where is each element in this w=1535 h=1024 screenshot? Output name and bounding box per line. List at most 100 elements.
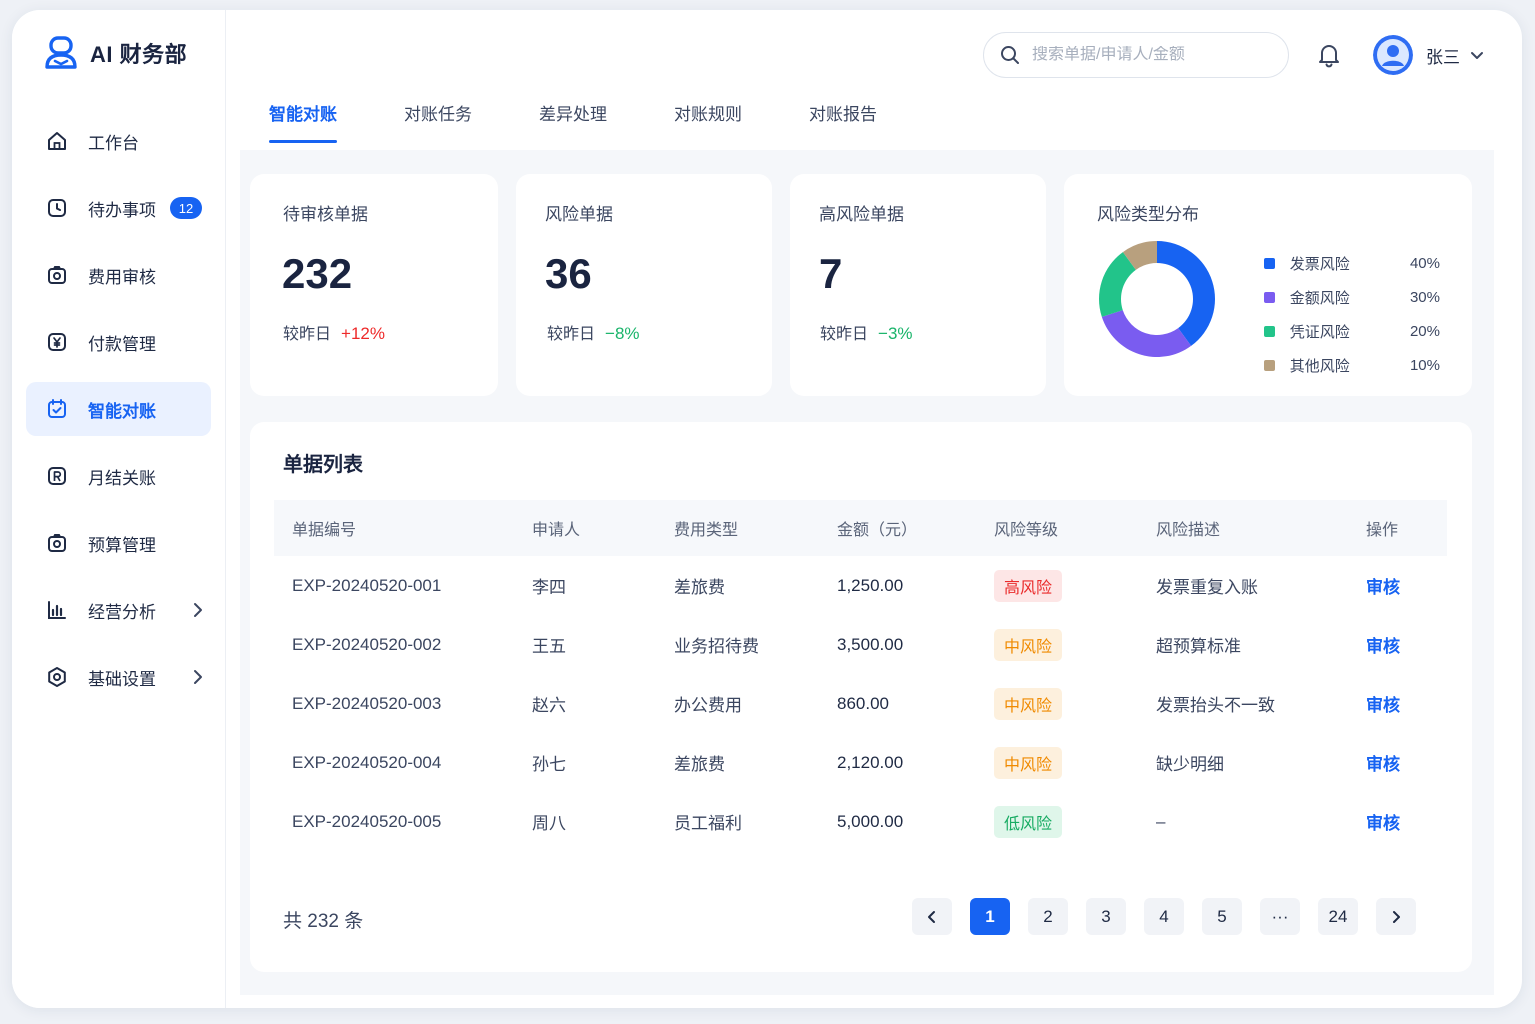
legend-swatch [1264, 291, 1275, 303]
page-button[interactable]: 2 [1028, 898, 1068, 935]
applicant: 李四 [532, 578, 566, 597]
donut-slice [1101, 310, 1192, 357]
stat-value: 36 [545, 250, 592, 297]
sidebar-item-expense-review[interactable]: 费用审核 [26, 248, 211, 302]
notification-bell-icon[interactable] [1316, 42, 1342, 68]
applicant: 王五 [532, 637, 566, 656]
sidebar-item-budget[interactable]: 预算管理 [26, 516, 211, 570]
prev-page-button[interactable] [912, 898, 952, 935]
risk-donut-chart [1099, 241, 1215, 357]
risk-badge: 中风险 [994, 746, 1063, 779]
sidebar-item-smart-reconcile[interactable]: 智能对账 [26, 382, 211, 436]
legend-name: 发票风险 [1289, 255, 1350, 273]
risk-badge: 中风险 [994, 687, 1063, 720]
document-list-card: 单据列表 单据编号 申请人 费用类型 金额（元） 风险等级 风险描述 操作 EX… [250, 422, 1472, 972]
amount: 5,000.00 [837, 811, 904, 831]
page-button[interactable]: 5 [1202, 898, 1242, 935]
review-link[interactable]: 审核 [1366, 637, 1400, 656]
review-link[interactable]: 审核 [1366, 578, 1400, 597]
tab-smart-reconcile[interactable]: 智能对账 [269, 100, 337, 143]
tab-reconcile-report[interactable]: 对账报告 [809, 100, 877, 143]
sidebar-item-payment[interactable]: 付款管理 [26, 315, 211, 369]
legend-value: 30% [1409, 288, 1440, 306]
risk-badge: 高风险 [994, 569, 1063, 602]
stat-compare: 较昨日 −8% [547, 320, 640, 344]
stat-card-pending: 待审核单据 232 较昨日 +12% [250, 174, 498, 396]
legend-value: 40% [1409, 254, 1440, 272]
risk-badge: 中风险 [994, 628, 1063, 661]
yen-icon [46, 331, 68, 353]
sidebar-item-month-close[interactable]: 月结关账 [26, 449, 211, 503]
stat-value: 7 [819, 250, 843, 297]
sidebar-item-label: 待办事项 [88, 200, 156, 220]
r-square-icon [46, 465, 68, 487]
camera-icon [46, 264, 68, 286]
review-link[interactable]: 审核 [1366, 755, 1400, 774]
risk-desc: 超预算标准 [1156, 637, 1241, 656]
calendar-check-icon [46, 398, 68, 420]
review-link[interactable]: 审核 [1366, 814, 1400, 833]
page-button[interactable]: 1 [970, 898, 1010, 935]
sidebar-item-analytics[interactable]: 经营分析 [26, 583, 211, 637]
applicant: 孙七 [532, 755, 566, 774]
legend-name: 凭证风险 [1289, 323, 1350, 341]
table-row: EXP-20240520-002 王五 业务招待费 3,500.00 中风险 超… [274, 615, 1447, 674]
doc-id: EXP-20240520-003 [292, 693, 442, 713]
risk-desc: 发票重复入账 [1156, 578, 1258, 597]
sidebar-item-workbench[interactable]: 工作台 [26, 114, 211, 168]
table-header-row: 单据编号 申请人 费用类型 金额（元） 风险等级 风险描述 操作 [274, 500, 1447, 556]
column-header: 风险等级 [994, 522, 1059, 539]
legend-item: 发票风险 40% [1264, 246, 1440, 280]
tab-difference-handling[interactable]: 差异处理 [539, 100, 607, 143]
sidebar-item-label: 月结关账 [88, 468, 156, 488]
page-button[interactable]: 3 [1086, 898, 1126, 935]
column-header: 风险描述 [1156, 522, 1221, 539]
logo[interactable]: AI 财务部 [44, 36, 187, 70]
page-ellipsis[interactable]: ··· [1260, 898, 1300, 935]
sidebar-item-settings[interactable]: 基础设置 [26, 650, 211, 704]
table-row: EXP-20240520-001 李四 差旅费 1,250.00 高风险 发票重… [274, 556, 1447, 615]
expense-type: 差旅费 [674, 578, 725, 597]
user-menu[interactable]: 张三 [1373, 35, 1484, 75]
stat-delta: +12% [341, 324, 385, 343]
stat-title: 高风险单据 [819, 205, 904, 224]
settings-icon [46, 666, 68, 688]
search-input[interactable] [1032, 46, 1272, 64]
risk-desc: 发票抬头不一致 [1156, 696, 1275, 715]
pagination: 1 2 3 4 5 ··· 24 [912, 898, 1434, 935]
search-box[interactable] [983, 32, 1289, 78]
sidebar-item-label: 经营分析 [88, 602, 156, 622]
action-cell: 审核 [1366, 674, 1447, 733]
tab-reconcile-tasks[interactable]: 对账任务 [404, 100, 472, 143]
stat-delta: −3% [878, 324, 913, 343]
total-count: 共 232 条 [283, 911, 364, 932]
applicant: 周八 [532, 814, 566, 833]
risk-desc: 缺少明细 [1156, 755, 1224, 774]
column-header: 单据编号 [292, 522, 357, 539]
page-button[interactable]: 4 [1144, 898, 1184, 935]
todo-count-badge: 12 [170, 197, 202, 219]
compare-label: 较昨日 [283, 326, 332, 343]
sidebar-item-todo[interactable]: 待办事项 12 [26, 181, 211, 235]
tab-reconcile-rules[interactable]: 对账规则 [674, 100, 742, 143]
doc-id: EXP-20240520-001 [292, 575, 442, 595]
compare-label: 较昨日 [820, 326, 869, 343]
risk-cell: 中风险 [994, 674, 1156, 733]
page-button[interactable]: 24 [1318, 898, 1358, 935]
amount: 2,120.00 [837, 752, 904, 772]
sidebar-item-label: 基础设置 [88, 669, 156, 689]
distribution-title: 风险类型分布 [1097, 205, 1199, 224]
review-link[interactable]: 审核 [1366, 696, 1400, 715]
applicant: 赵六 [532, 696, 566, 715]
expense-type: 员工福利 [674, 814, 742, 833]
legend-value: 20% [1409, 322, 1440, 340]
chevron-right-icon [194, 670, 202, 684]
stat-compare: 较昨日 +12% [283, 320, 385, 344]
risk-desc: – [1156, 811, 1166, 831]
next-page-button[interactable] [1376, 898, 1416, 935]
chevron-down-icon [1471, 52, 1483, 59]
amount: 3,500.00 [837, 634, 904, 654]
expense-type: 差旅费 [674, 755, 725, 774]
stat-delta: −8% [605, 324, 640, 343]
stat-card-risk: 风险单据 36 较昨日 −8% [516, 174, 772, 396]
